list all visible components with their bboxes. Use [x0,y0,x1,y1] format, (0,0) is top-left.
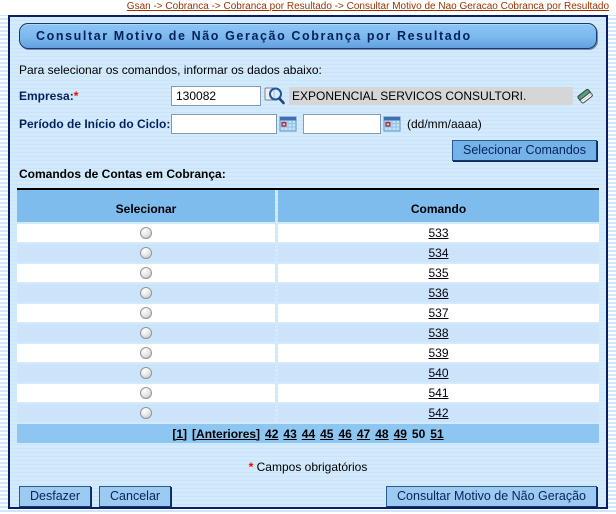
required-note: * Campos obrigatórios [19,460,597,474]
required-note-text: Campos obrigatórios [257,460,368,474]
cancelar-button[interactable]: Cancelar [99,486,171,507]
header-selecionar: Selecionar [17,190,275,222]
comando-link[interactable]: 540 [428,366,448,380]
table-row: 533 [17,224,599,242]
calendar-icon[interactable] [279,115,297,133]
breadcrumb[interactable]: Gsan -> Cobranca -> Cobranca por Resulta… [0,0,616,15]
row-radio[interactable] [140,347,152,359]
pagination-link[interactable]: [Anteriores] [192,427,260,441]
page-title: Consultar Motivo de Não Geração Cobrança… [19,23,597,49]
row-radio[interactable] [140,227,152,239]
footer-buttons: Desfazer Cancelar Consultar Motivo de Nã… [19,486,597,507]
selecionar-comandos-button[interactable]: Selecionar Comandos [452,140,597,161]
header-comando: Comando [278,190,599,222]
pagination-link[interactable]: 43 [283,427,296,441]
pagination-link[interactable]: 49 [394,427,407,441]
table-row: 542 [17,404,599,422]
comando-link[interactable]: 535 [428,266,448,280]
pagination: [1] [Anteriores] 42 43 44 45 46 47 48 49 50 51 [17,424,599,443]
required-note-marker: * [249,460,254,474]
comando-link[interactable]: 537 [428,306,448,320]
empresa-label: Empresa:* [19,89,171,103]
table-row: 541 [17,384,599,402]
search-icon[interactable] [263,85,285,107]
periodo-label: Período de Início do Ciclo: [19,117,171,131]
row-radio[interactable] [140,327,152,339]
table-row: 534 [17,244,599,262]
pagination-link[interactable]: 44 [302,427,315,441]
eraser-icon[interactable] [575,86,595,106]
calendar-icon[interactable] [383,115,401,133]
intro-text: Para selecionar os comandos, informar os… [19,63,597,77]
pagination-link[interactable]: 45 [320,427,333,441]
comando-link[interactable]: 534 [428,246,448,260]
comando-link[interactable]: 538 [428,326,448,340]
empresa-row: Empresa:* EXPONENCIAL SERVICOS CONSULTOR… [19,85,597,107]
table-row: 535 [17,264,599,282]
row-radio[interactable] [140,387,152,399]
row-radio[interactable] [140,367,152,379]
pagination-link[interactable]: [1] [172,427,187,441]
table-row: 536 [17,284,599,302]
table-row: 537 [17,304,599,322]
table-row: 540 [17,364,599,382]
breadcrumb-links[interactable]: Gsan -> Cobranca -> Cobranca por Resulta… [127,1,609,12]
desfazer-button[interactable]: Desfazer [19,486,91,507]
pagination-link[interactable]: 46 [338,427,351,441]
pagination-link[interactable]: 51 [430,427,443,441]
table-header-row: Selecionar Comando [17,190,599,222]
table-row: 538 [17,324,599,342]
comando-link[interactable]: 541 [428,386,448,400]
row-radio[interactable] [140,267,152,279]
date-format-hint: (dd/mm/aaaa) [407,117,482,131]
empresa-input[interactable] [171,86,261,106]
periodo-row: Período de Início do Ciclo: (dd/mm/aaaa) [19,113,597,135]
table-body: 533 534 535 536 537 538 539 540 541 542 [17,224,599,422]
pagination-link[interactable]: 48 [375,427,388,441]
periodo-fim-input[interactable] [303,114,381,134]
row-radio[interactable] [140,307,152,319]
periodo-inicio-input[interactable] [171,114,277,134]
consultar-motivo-button[interactable]: Consultar Motivo de Não Geração [386,486,597,507]
comando-link[interactable]: 533 [428,226,448,240]
comando-link[interactable]: 539 [428,346,448,360]
pagination-current-page: 50 [412,427,425,441]
comando-link[interactable]: 536 [428,286,448,300]
comandos-table: Selecionar Comando 533 534 535 536 537 5… [17,188,599,443]
main-panel: Consultar Motivo de Não Geração Cobrança… [8,15,608,509]
comando-link[interactable]: 542 [428,406,448,420]
required-marker: * [74,89,79,103]
table-row: 539 [17,344,599,362]
table-section-label: Comandos de Contas em Cobrança: [19,167,597,181]
row-radio[interactable] [140,287,152,299]
empresa-name-display: EXPONENCIAL SERVICOS CONSULTORI. [289,87,573,105]
pagination-link[interactable]: 42 [265,427,278,441]
pagination-link[interactable]: 47 [357,427,370,441]
row-radio[interactable] [140,407,152,419]
row-radio[interactable] [140,247,152,259]
